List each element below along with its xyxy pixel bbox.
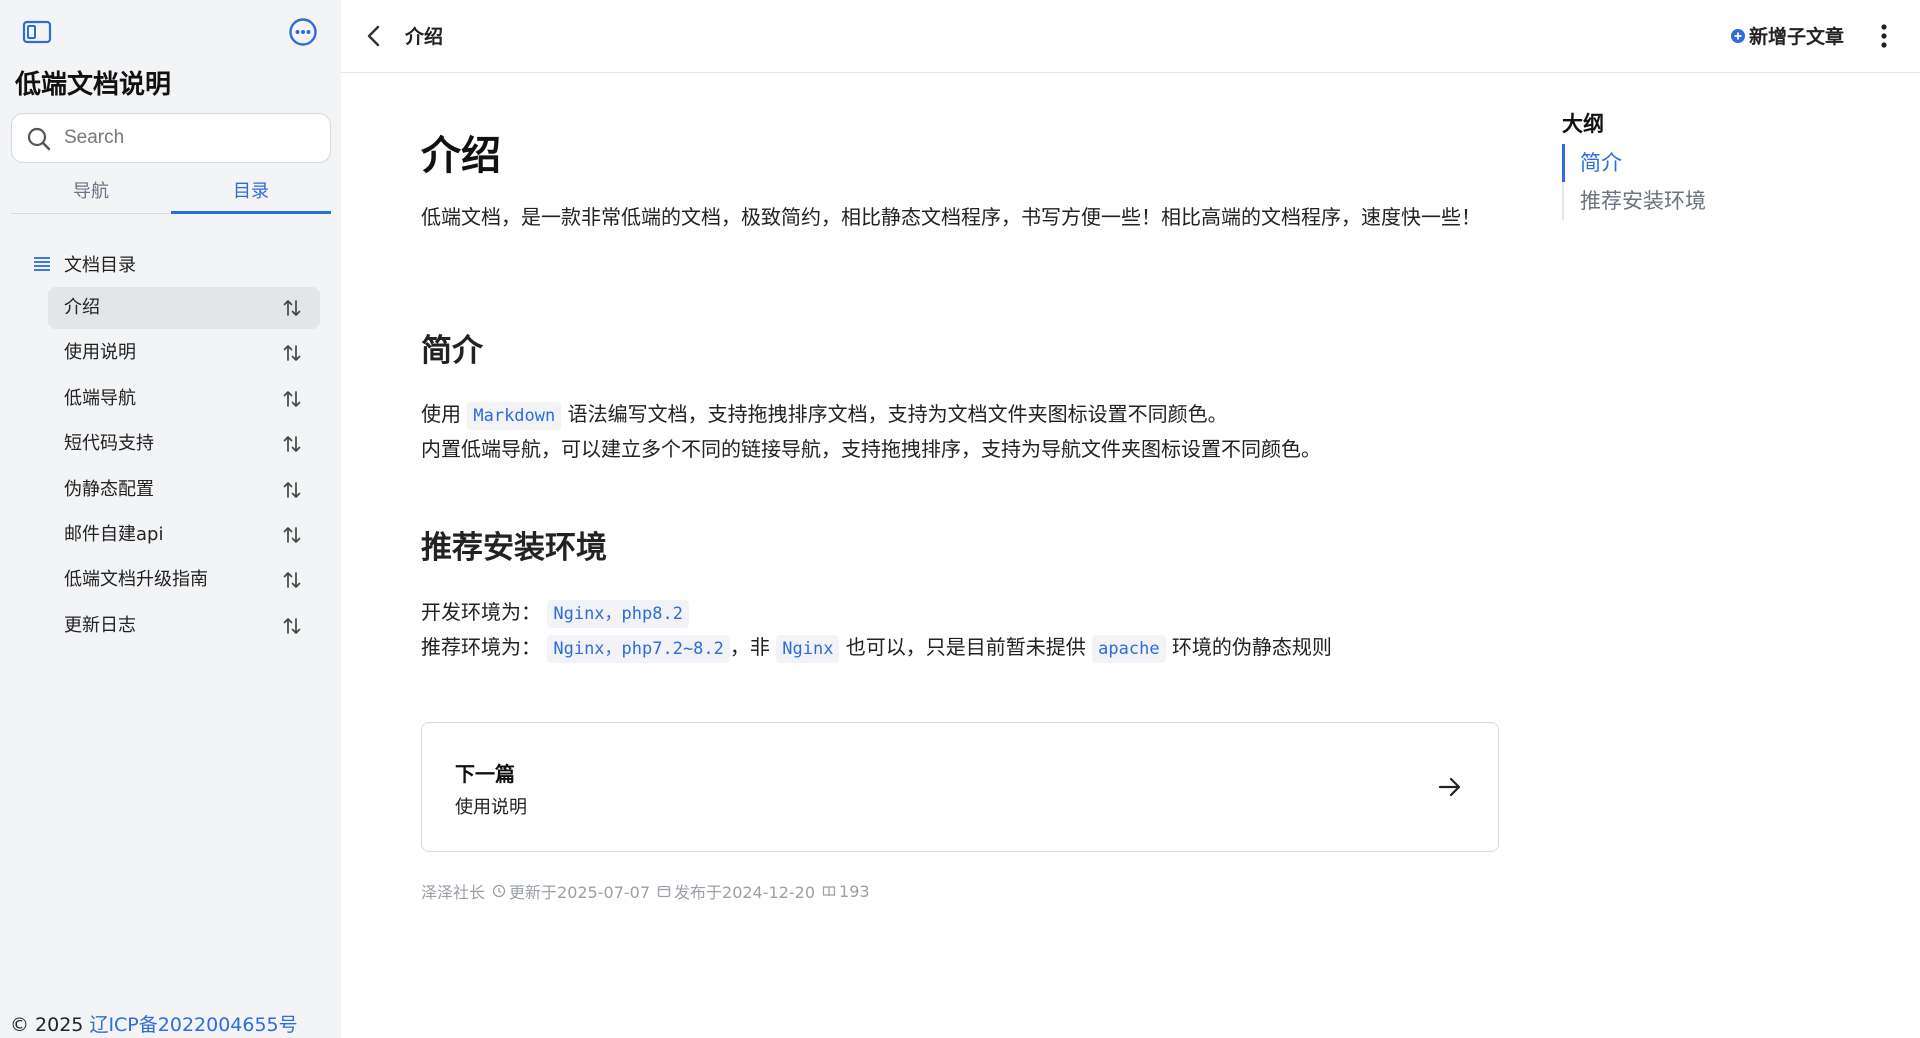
new-sub-article-button[interactable]: 新增子文章: [1731, 22, 1844, 49]
icp-link[interactable]: 辽ICP备2022004655号: [89, 1014, 297, 1036]
inline-code: apache: [1092, 635, 1166, 663]
toc-item-label: 低端文档升级指南: [64, 569, 208, 591]
sort-icon[interactable]: [282, 480, 302, 500]
text-span: 开发环境为：: [421, 600, 541, 624]
sort-icon[interactable]: [282, 298, 302, 318]
toc-item-label: 更新日志: [64, 614, 136, 636]
article-title: 介绍: [421, 133, 501, 179]
copyright-text: © 2025: [10, 1014, 90, 1036]
text-span: 也可以，只是目前暂未提供: [839, 635, 1093, 659]
toc-item-navigation[interactable]: 低端导航: [48, 378, 320, 420]
sidebar-tabs: 导航 目录: [11, 172, 331, 214]
inline-code: Markdown: [467, 402, 562, 430]
tab-navigation[interactable]: 导航: [11, 172, 171, 214]
text-span: 使用: [421, 402, 468, 426]
toc-item-mail-api[interactable]: 邮件自建api: [48, 514, 320, 556]
sort-icon[interactable]: [282, 616, 302, 636]
toc-item-label: 短代码支持: [64, 433, 154, 455]
kebab-icon[interactable]: [1878, 22, 1890, 50]
toc-item-label: 使用说明: [64, 342, 136, 364]
sort-icon[interactable]: [282, 434, 302, 454]
paragraph-line: 使用 Markdown 语法编写文档，支持拖拽排序文档，支持为文档文件夹图标设置…: [421, 397, 1228, 434]
toc-heading[interactable]: 文档目录: [32, 250, 136, 278]
sidebar-toggle-icon[interactable]: [22, 20, 52, 44]
text-span: 环境的伪静态规则: [1165, 635, 1332, 659]
inline-code: Nginx: [776, 635, 840, 663]
list-icon: [34, 257, 50, 271]
top-bar: 介绍 新增子文章: [341, 0, 1920, 73]
inline-code: Nginx，php8.2: [547, 600, 689, 628]
toc-item-label: 低端导航: [64, 387, 136, 409]
toc-item-upgrade-guide[interactable]: 低端文档升级指南: [48, 559, 320, 601]
sort-icon[interactable]: [282, 525, 302, 545]
article-meta: 泽泽社长 更新于2025-07-07 发布于2024-12-20 193: [421, 879, 870, 903]
clock-icon: [492, 884, 506, 898]
toc-item-intro[interactable]: 介绍: [48, 287, 320, 329]
toc-heading-label: 文档目录: [64, 255, 136, 276]
page-title: 介绍: [405, 26, 444, 48]
text-span: ，非: [729, 635, 777, 659]
paragraph-line: 内置低端导航，可以建立多个不同的链接导航，支持拖拽排序，支持为导航文件夹图标设置…: [421, 437, 1321, 461]
tab-contents[interactable]: 目录: [171, 172, 331, 214]
paragraph-line: 开发环境为： Nginx，php8.2: [421, 595, 689, 632]
sidebar: 低端文档说明 导航 目录 文档目录 介绍 使用说明 低端导航: [0, 0, 341, 1038]
section-heading-env: 推荐安装环境: [421, 530, 607, 566]
outline-panel: 大纲 简介 推荐安装环境: [1562, 108, 1862, 220]
sort-icon[interactable]: [282, 343, 302, 363]
author-name: 泽泽社长: [421, 883, 486, 902]
sidebar-header: [0, 0, 341, 62]
calendar-icon: [657, 885, 671, 898]
toc-item-shortcode[interactable]: 短代码支持: [48, 423, 320, 465]
toc-item-label: 邮件自建api: [64, 523, 164, 545]
arrow-right-icon: [1438, 777, 1461, 797]
text-span: 推荐环境为：: [421, 635, 541, 659]
paragraph-line: 推荐环境为： Nginx，php7.2~8.2 ，非 Nginx 也可以，只是目前…: [421, 630, 1332, 667]
next-article-label: 下一篇: [455, 762, 515, 786]
plus-circle-icon: [1731, 28, 1745, 43]
chevron-left-icon[interactable]: [363, 24, 385, 48]
site-title: 低端文档说明: [15, 70, 172, 100]
sort-icon[interactable]: [282, 389, 302, 409]
toc-list: 介绍 使用说明 低端导航 短代码支持 伪静态配置 邮件自建api 低端文档升级指…: [48, 287, 320, 650]
sidebar-footer: © 2025 辽ICP备2022004655号: [10, 1010, 298, 1037]
outline-list: 简介 推荐安装环境: [1562, 144, 1862, 220]
search-input[interactable]: [64, 124, 314, 152]
published-date: 发布于2024-12-20: [674, 883, 816, 902]
view-count: 193: [839, 881, 870, 901]
intro-paragraph: 低端文档，是一款非常低端的文档，极致简约，相比静态文档程序，书写方便一些！相比高…: [421, 205, 1481, 229]
outline-title: 大纲: [1562, 112, 1604, 136]
outline-item-env[interactable]: 推荐安装环境: [1564, 182, 1862, 220]
next-article-title: 使用说明: [455, 797, 527, 818]
search-icon: [27, 127, 51, 151]
toc-item-rewrite[interactable]: 伪静态配置: [48, 469, 320, 511]
book-icon: [822, 886, 836, 897]
updated-date: 更新于2025-07-07: [509, 883, 651, 902]
toc-item-usage[interactable]: 使用说明: [48, 332, 320, 374]
section-heading-intro: 简介: [421, 333, 483, 369]
sort-icon[interactable]: [282, 570, 302, 590]
text-span: 语法编写文档，支持拖拽排序文档，支持为文档文件夹图标设置不同颜色。: [561, 402, 1228, 426]
search-box[interactable]: [11, 113, 331, 163]
new-sub-article-label: 新增子文章: [1749, 26, 1845, 48]
more-icon[interactable]: [288, 17, 318, 47]
toc-item-label: 伪静态配置: [64, 478, 154, 500]
toc-item-changelog[interactable]: 更新日志: [48, 605, 320, 647]
next-article-card[interactable]: 下一篇 使用说明: [421, 722, 1499, 852]
outline-item-intro[interactable]: 简介: [1562, 144, 1862, 182]
inline-code: Nginx，php7.2~8.2: [547, 635, 730, 663]
toc-item-label: 介绍: [64, 297, 100, 318]
